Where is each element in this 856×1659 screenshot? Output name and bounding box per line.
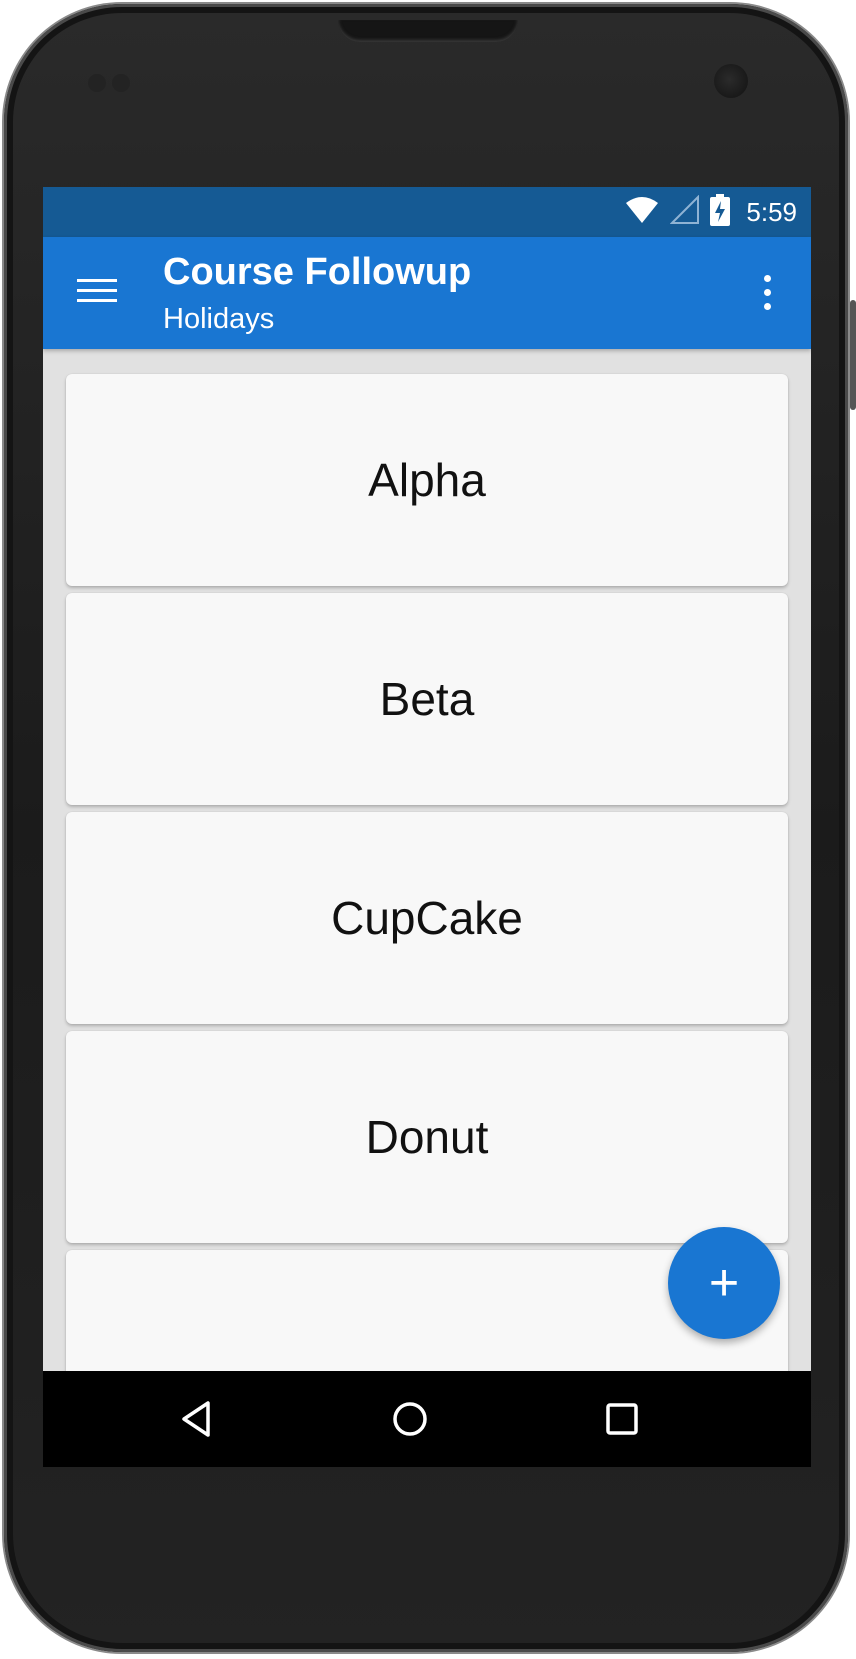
back-icon[interactable] — [174, 1395, 222, 1443]
app-bar: Course Followup Holidays — [43, 237, 811, 349]
page-subtitle: Holidays — [163, 303, 275, 335]
hamburger-menu-icon[interactable] — [77, 277, 117, 305]
list-item[interactable]: CupCake — [66, 812, 788, 1024]
power-button — [850, 300, 856, 410]
add-button[interactable]: + — [668, 1227, 780, 1339]
front-camera — [714, 64, 748, 98]
list-item-label: Beta — [379, 673, 475, 725]
home-icon[interactable] — [386, 1395, 434, 1443]
add-icon: + — [708, 1254, 740, 1312]
app-screen: 5:59 Course Followup Holidays Alpha Beta — [43, 187, 811, 1467]
navigation-bar — [43, 1371, 811, 1467]
battery-charging-icon — [710, 193, 731, 231]
cell-signal-icon — [669, 194, 700, 230]
list-item-label: Alpha — [368, 454, 486, 506]
earpiece-speaker — [338, 20, 518, 42]
phone-device: 5:59 Course Followup Holidays Alpha Beta — [0, 0, 856, 1659]
list-item-label: Donut — [365, 1111, 489, 1163]
list-item[interactable]: Beta — [66, 593, 788, 805]
proximity-sensor — [88, 74, 106, 92]
page-title: Course Followup — [163, 251, 472, 293]
status-icons: 5:59 — [624, 187, 797, 237]
list-item[interactable]: Alpha — [66, 374, 788, 586]
status-bar: 5:59 — [43, 187, 811, 237]
wifi-icon — [624, 195, 660, 230]
more-vertical-icon[interactable] — [761, 275, 773, 311]
status-time: 5:59 — [746, 196, 797, 227]
list-item-label: CupCake — [331, 892, 523, 944]
light-sensor — [112, 74, 130, 92]
recents-icon[interactable] — [598, 1395, 646, 1443]
list-item[interactable]: Donut — [66, 1031, 788, 1243]
